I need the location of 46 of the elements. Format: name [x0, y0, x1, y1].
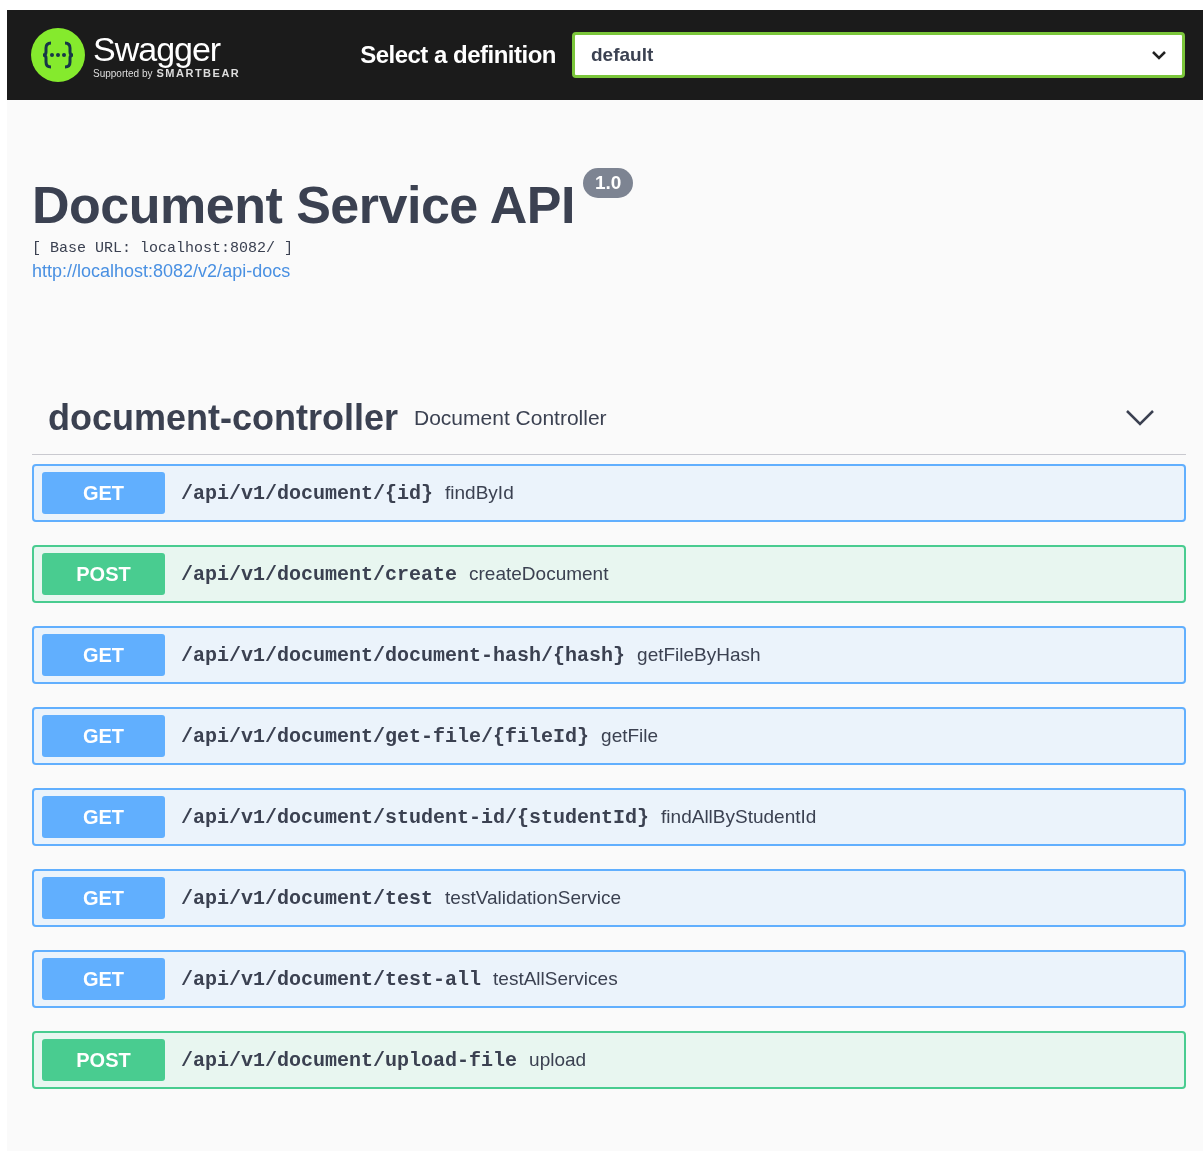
definition-select[interactable]: default	[572, 32, 1185, 78]
base-url: [ Base URL: localhost:8082/ ]	[32, 240, 295, 257]
operation-summary: upload	[529, 1049, 587, 1071]
section-name: document-controller	[48, 397, 398, 439]
operation-row[interactable]: GET /api/v1/document/student-id/{studentId} findAllByStudentId	[32, 788, 1186, 846]
api-title: Document Service API	[32, 176, 575, 234]
section-header[interactable]: document-controller Document Controller	[32, 382, 1186, 455]
method-badge: POST	[42, 553, 165, 595]
operation-path: /api/v1/document/test	[181, 886, 434, 910]
method-badge: GET	[42, 796, 165, 838]
operation-summary: findById	[445, 482, 514, 504]
operation-summary: getFile	[601, 725, 659, 747]
chevron-icon[interactable]	[1126, 410, 1154, 426]
operation-summary: getFileByHash	[637, 644, 761, 666]
operation-summary: findAllByStudentId	[661, 806, 817, 828]
logo-icon	[31, 28, 85, 82]
operation-path: /api/v1/document/document-hash/{hash}	[181, 643, 626, 667]
operation-row[interactable]: GET /api/v1/document/{id} findById	[32, 464, 1186, 522]
operation-summary: testValidationService	[445, 887, 622, 909]
tagline-text: Supported by	[93, 68, 153, 79]
section-description: Document Controller	[414, 406, 608, 430]
operation-row[interactable]: GET /api/v1/document/test testValidationService	[32, 869, 1186, 927]
operation-path: /api/v1/document/student-id/{studentId}	[181, 805, 650, 829]
operation-path: /api/v1/document/create	[181, 562, 458, 586]
tagline-brand: SMARTBEAR	[156, 67, 241, 79]
operation-path: /api/v1/document/{id}	[181, 481, 434, 505]
brand-name: Swagger	[93, 31, 222, 67]
operation-summary: createDocument	[469, 563, 609, 585]
operation-summary: testAllServices	[493, 968, 618, 990]
select-label: Select a definition	[360, 41, 556, 69]
operation-path: /api/v1/document/get-file/{fileId}	[181, 724, 590, 748]
operation-path: /api/v1/document/test-all	[181, 967, 482, 991]
method-badge: GET	[42, 958, 165, 1000]
operation-row[interactable]: GET /api/v1/document/document-hash/{hash} getFileByHash	[32, 626, 1186, 684]
operation-row[interactable]: POST /api/v1/document/upload-file upload	[32, 1031, 1186, 1089]
operation-row[interactable]: GET /api/v1/document/get-file/{fileId} getFile	[32, 707, 1186, 765]
method-badge: GET	[42, 715, 165, 757]
caret-icon	[1152, 50, 1166, 60]
operation-path: /api/v1/document/upload-file	[181, 1048, 518, 1072]
method-badge: GET	[42, 472, 165, 514]
method-badge: POST	[42, 1039, 165, 1081]
method-badge: GET	[42, 877, 165, 919]
operation-row[interactable]: POST /api/v1/document/create createDocument	[32, 545, 1186, 603]
method-badge: GET	[42, 634, 165, 676]
version-badge: 1.0	[582, 168, 634, 198]
operation-row[interactable]: GET /api/v1/document/test-all testAllServices	[32, 950, 1186, 1008]
